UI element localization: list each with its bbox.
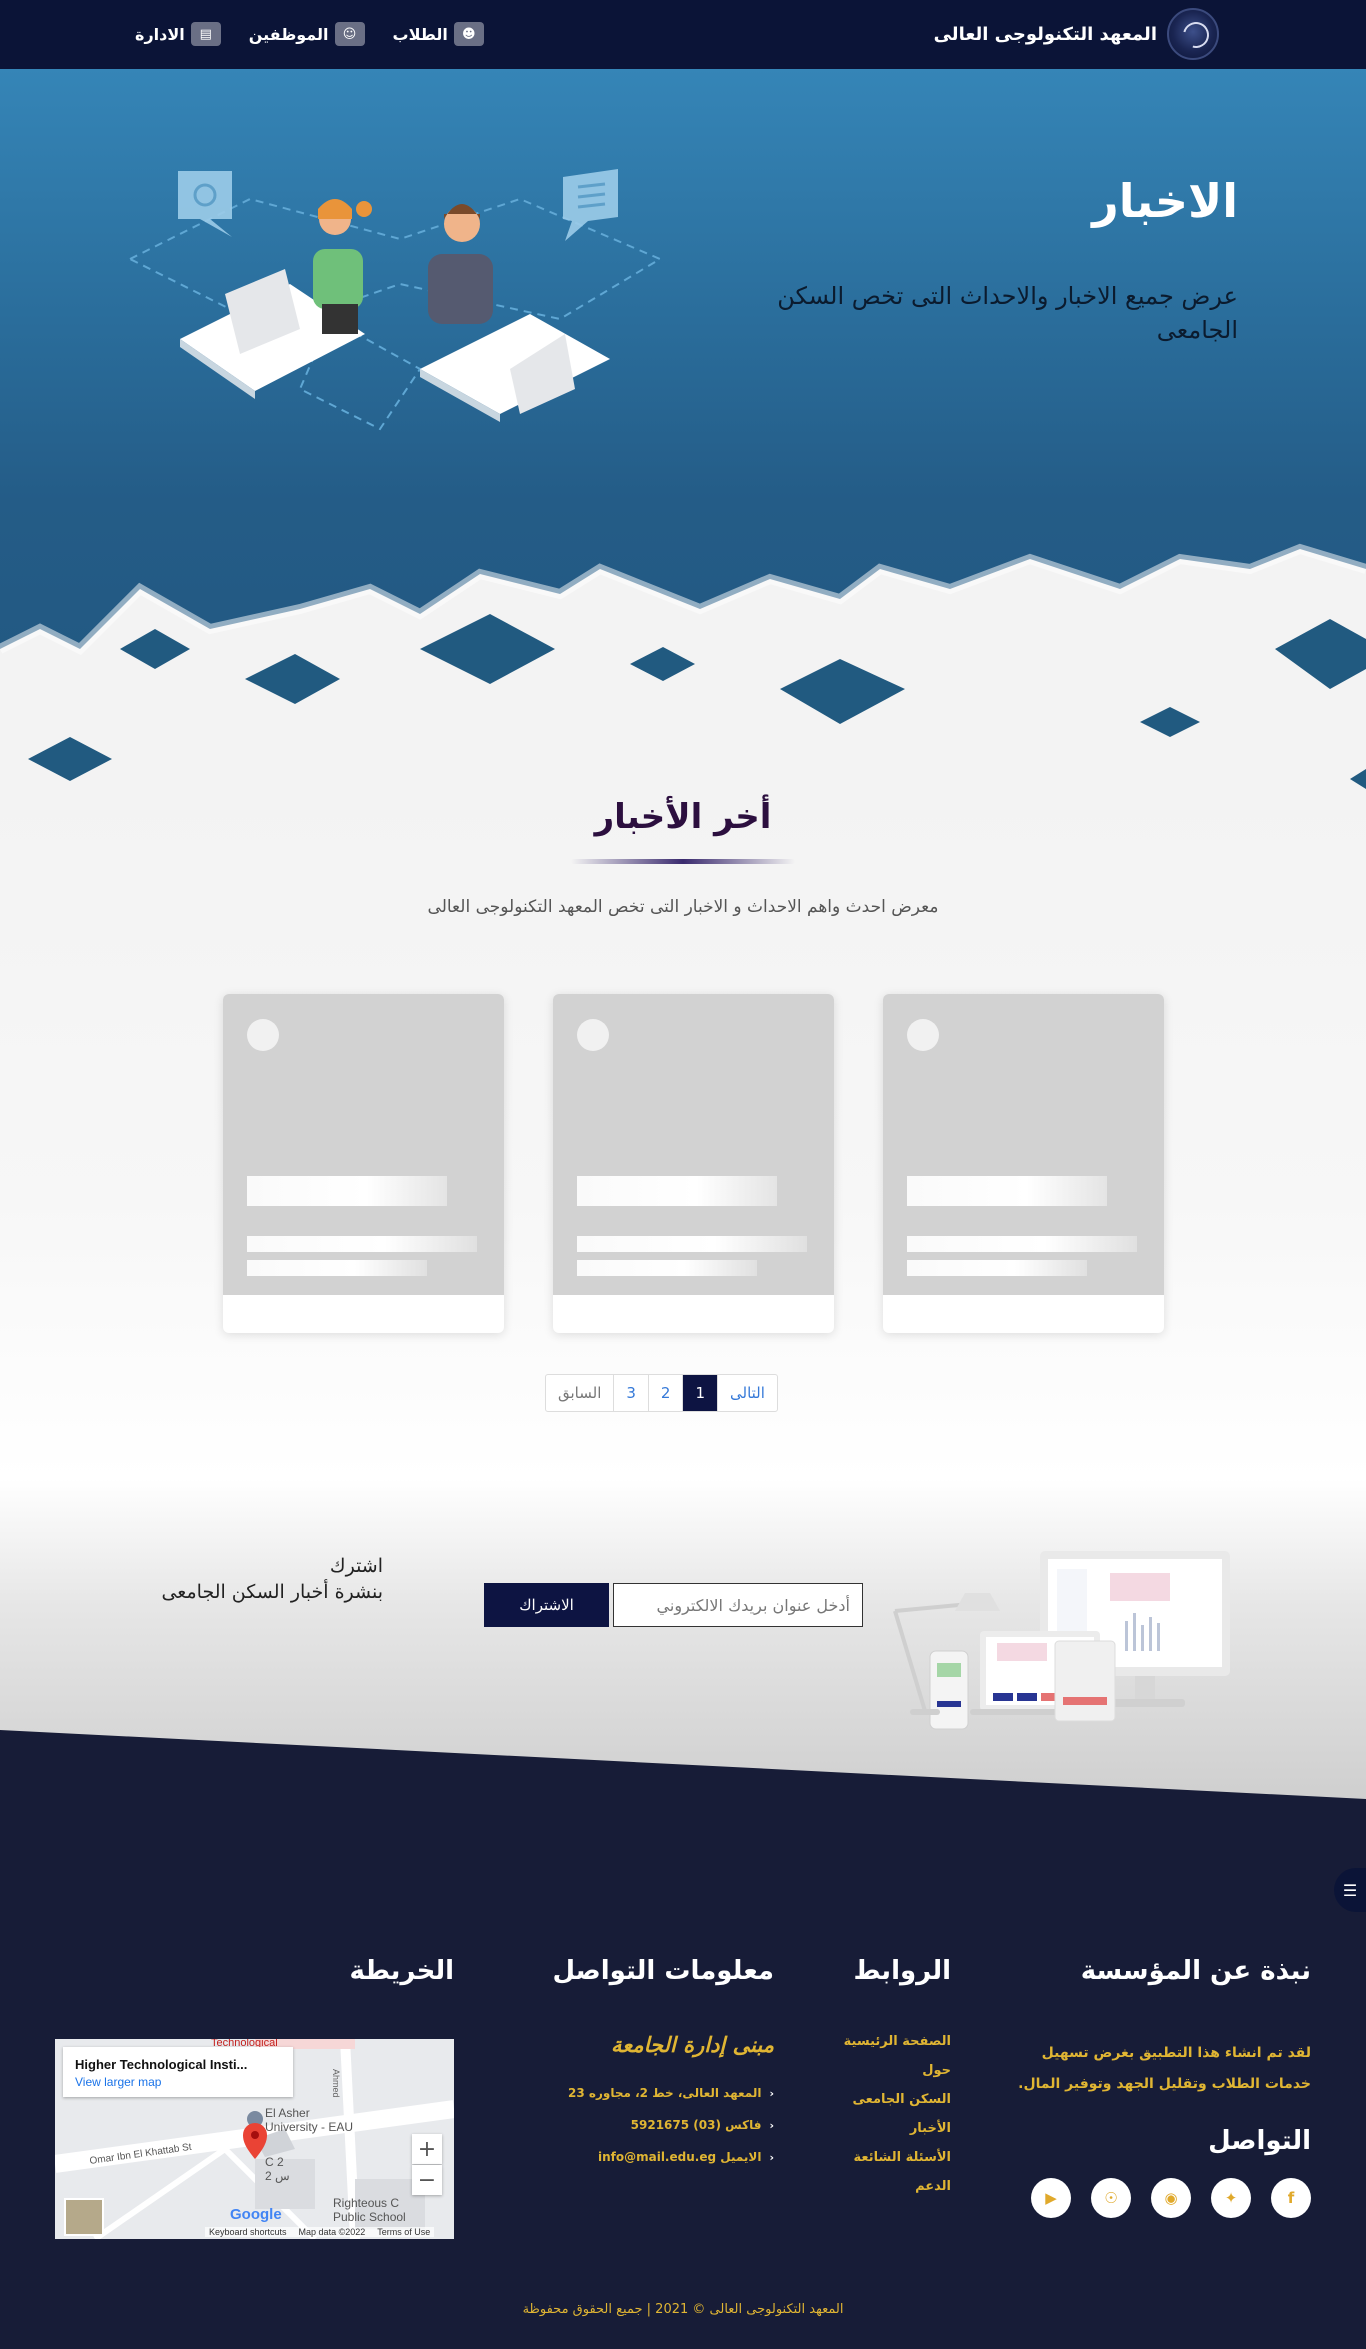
social-links: f ✦ ◉ ☉ ▶ [1031,2178,1311,2218]
social-title: التواصل [1208,2126,1311,2156]
facebook-icon[interactable]: f [1271,2178,1311,2218]
contact-subtitle: مبنى إدارة الجامعة [610,2033,774,2057]
footer-link-housing[interactable]: السكن الجامعى [853,2092,951,2107]
nav-link-admin[interactable]: ▤ الادارة [135,22,221,46]
nav-link-label: الطلاب [392,24,448,44]
contact-title: معلومات التواصل [552,1956,774,1986]
text-placeholder [907,1260,1087,1276]
news-card-placeholder[interactable] [883,994,1164,1333]
nav-link-label: الموظفين [248,24,329,44]
devices-illustration [893,1551,1230,1730]
about-title: نبذة عن المؤسسة [1080,1956,1311,1986]
news-card-placeholder[interactable] [223,994,504,1333]
footer-link-about[interactable]: حول [922,2063,951,2078]
map-place-card: Higher Technological Insti... View large… [63,2047,293,2097]
map-label: C 2 [265,2155,284,2169]
institute-logo [1167,8,1219,60]
footer-link-support[interactable]: الدعم [915,2179,951,2194]
about-text: لقد تم انشاء هذا التطبيق بغرض تسهيل خدما… [1018,2045,1311,2092]
newsletter-sublabel: بنشرة أخبار السكن الجامعى [161,1581,383,1603]
footer: نبذة عن المؤسسة لقد تم انشاء هذا التطبيق… [0,1730,1366,2349]
title-placeholder [577,1176,777,1206]
copyright: المعهد التكنولوجى العالى © 2021 | جميع ا… [522,2302,844,2317]
keyboard-shortcuts-link[interactable]: Keyboard shortcuts [209,2227,287,2237]
text-placeholder [247,1236,477,1252]
pagination-page-2[interactable]: 2 [647,1375,683,1411]
footer-link-faq[interactable]: الأسئلة الشائعة [854,2150,952,2165]
email-input[interactable]: أدخل عنوان بريدك الالكتروني [613,1583,863,1627]
pagination: السابق 3 2 1 التالى [545,1374,778,1412]
pagination-page-3[interactable]: 3 [613,1375,648,1411]
view-larger-map-link[interactable]: View larger map [75,2075,281,2089]
pagination-prev[interactable]: السابق [546,1375,613,1411]
twitter-icon[interactable]: ✦ [1211,2178,1251,2218]
contact-fax: ‹ فاكس (03) 5921675 [631,2118,774,2132]
google-logo: Google [230,2206,282,2223]
hero-subtitle: عرض جميع الاخبار والاحداث التى تخص السكن… [777,282,1238,344]
pagination-next[interactable]: التالى [717,1375,777,1411]
instagram-icon[interactable]: ◉ [1151,2178,1191,2218]
map-footer: Keyboard shortcuts Map data ©2022 Terms … [205,2227,435,2237]
map-data-label: Map data ©2022 [298,2227,366,2237]
hero-title: الاخبار [1092,174,1238,228]
users-icon: ☺ [334,22,365,46]
text-placeholder [577,1236,807,1252]
youtube-icon[interactable]: ▶ [1031,2178,1071,2218]
terms-link[interactable]: Terms of Use [377,2227,430,2237]
text-placeholder [247,1260,427,1276]
map-label: Public School [333,2210,406,2224]
hero-section: الاخبار عرض جميع الاخبار والاحداث التى ت… [0,69,1366,789]
contact-address: ‹ المعهد العالى، خط 2، مجاوره 23 [568,2086,774,2100]
newsletter-label: اشترك [329,1555,383,1577]
contact-fax-text: فاكس (03) 5921675 [630,2118,762,2132]
avatar-placeholder [577,1019,609,1051]
nav-link-staff[interactable]: ☺ الموظفين [249,22,365,46]
latest-news-section: أخر الأخبار معرض احدث واهم الاحداث و الا… [0,789,1366,1479]
contact-list: ‹ المعهد العالى، خط 2، مجاوره 23 ‹ فاكس (0… [568,2086,774,2164]
top-navbar: المعهد التكنولوجى العالى ▤ الادارة ☺ الم… [0,0,1366,69]
news-description: معرض احدث واهم الاحداث و الاخبار التى تخ… [427,897,939,917]
text-placeholder [907,1236,1137,1252]
footer-link-news[interactable]: الأخبار [910,2121,951,2136]
chevron-icon: ‹ [769,2150,774,2164]
contact-email[interactable]: ‹ الايميل info@mail.edu.eg [598,2150,774,2164]
map-label: Righteous C [333,2196,399,2210]
news-card-placeholder[interactable] [553,994,834,1333]
footer-link-home[interactable]: الصفحة الرئيسية [844,2034,951,2049]
nav-link-label: الادارة [135,24,185,44]
map-label: س 2 [265,2169,290,2183]
title-underline [571,859,795,864]
contact-address-text: المعهد العالى، خط 2، مجاوره 23 [568,2086,762,2100]
zoom-out-button[interactable]: − [412,2165,442,2195]
chevron-icon: ‹ [769,2086,774,2100]
nav-link-students[interactable]: ☻ الطلاب [393,22,484,46]
zoom-in-button[interactable]: + [412,2134,442,2164]
subscribe-button[interactable]: الاشتراك [484,1583,609,1627]
map-place-name: Higher Technological Insti... [75,2057,248,2072]
title-placeholder [907,1176,1107,1206]
map-title: الخريطة [349,1956,454,1986]
map-label: El Asher [265,2106,310,2120]
map-label: Ahmed [331,2069,341,2098]
footer-links: الصفحة الرئيسية حول السكن الجامعى الأخبا… [844,2034,951,2194]
chevron-icon: ‹ [769,2118,774,2132]
avatar-placeholder [907,1019,939,1051]
github-icon[interactable]: ☉ [1091,2178,1131,2218]
text-placeholder [577,1260,757,1276]
embedded-map[interactable]: Technological Ahmed Omar Ibn El Khattab … [55,2039,454,2239]
contact-email-text: الايميل info@mail.edu.eg [597,2150,762,2164]
news-title: أخر الأخبار [594,797,772,837]
brand[interactable]: المعهد التكنولوجى العالى [934,8,1219,60]
links-title: الروابط [853,1956,951,1986]
avatar-placeholder [247,1019,279,1051]
brand-name: المعهد التكنولوجى العالى [933,23,1157,45]
map-label: University - EAU [265,2120,353,2134]
title-placeholder [247,1176,447,1206]
pagination-page-1[interactable]: 1 [682,1375,718,1411]
nav-links: ▤ الادارة ☺ الموظفين ☻ الطلاب [135,22,484,46]
newspaper-icon: ▤ [190,22,221,46]
user-icon: ☻ [453,22,484,46]
